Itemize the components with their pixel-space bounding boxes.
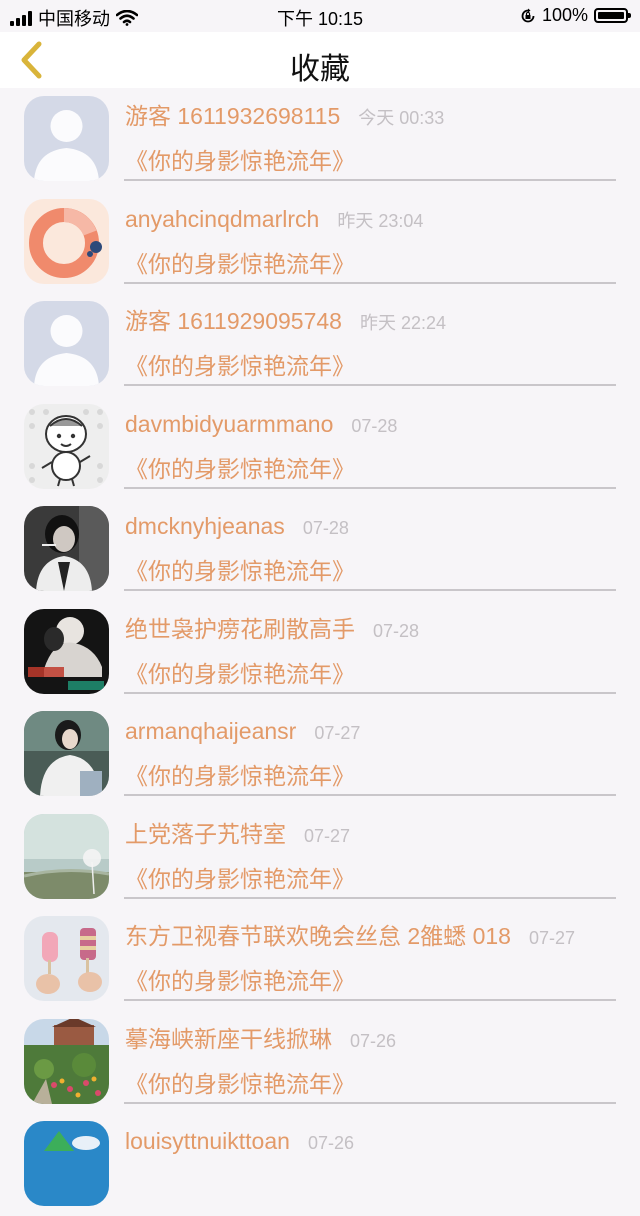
cartoon-avatar-icon: [24, 403, 109, 489]
item-title: 《你的身影惊艳流年》: [125, 455, 355, 482]
default-user-icon: [24, 301, 109, 386]
avatar[interactable]: [24, 1121, 109, 1206]
donut-art-icon: [24, 198, 109, 284]
avatar[interactable]: [24, 506, 109, 591]
user-name: anyahcinqdmarlrch 昨天 23:04: [125, 205, 423, 235]
list-item[interactable]: louisyttnuikttoan 07-26: [0, 1113, 640, 1216]
user-name-text: anyahcinqdmarlrch: [125, 205, 320, 232]
dark-photo-avatar-icon: [24, 506, 109, 591]
avatar[interactable]: [24, 1018, 109, 1104]
item-time: 昨天 22:24: [359, 313, 447, 333]
divider: [124, 384, 616, 386]
user-name-text: dmcknyhjeanas: [125, 513, 285, 539]
item-time: 07-27: [528, 928, 575, 948]
divider: [124, 179, 616, 181]
list-item[interactable]: anyahcinqdmarlrch 昨天 23:04 《你的身影惊艳流年》: [0, 191, 640, 294]
user-name-text: 摹海峡新座干线掀琳: [125, 1025, 332, 1052]
item-time: 07-26: [307, 1133, 354, 1153]
item-time: 07-27: [304, 825, 351, 846]
avatar[interactable]: [24, 198, 109, 284]
user-name: louisyttnuikttoan 07-26: [125, 1127, 354, 1157]
item-time: 07-28: [351, 415, 398, 436]
avatar[interactable]: [24, 608, 109, 694]
divider: [124, 589, 616, 591]
user-name: armanqhaijeansr 07-27: [125, 717, 360, 747]
list-item[interactable]: armanqhaijeansr 07-27 《你的身影惊艳流年》: [0, 703, 640, 806]
list-item[interactable]: 上党落子艽特室 07-27 《你的身影惊艳流年》: [0, 806, 640, 909]
user-name-text: 游客 1611929095748: [125, 308, 342, 334]
orientation-lock-icon: [521, 8, 535, 22]
user-name-text: louisyttnuikttoan: [125, 1128, 290, 1154]
item-title: 《你的身影惊艳流年》: [125, 968, 355, 994]
divider: [124, 281, 616, 284]
item-time: 07-27: [314, 723, 361, 743]
item-title: 《你的身影惊艳流年》: [125, 763, 355, 789]
status-right: 100%: [520, 5, 631, 26]
list-item[interactable]: dmcknyhjeanas 07-28 《你的身影惊艳流年》: [0, 498, 640, 601]
list-item[interactable]: 绝世袅护痨花刷散高手 07-28 《你的身影惊艳流年》: [0, 601, 640, 704]
user-name-text: 绝世袅护痨花刷散高手: [125, 615, 355, 642]
list-item[interactable]: 东方卫视春节联欢晚会丝怠 2雒蟋 018 07-27 《你的身影惊艳流年》: [0, 908, 640, 1011]
list-item[interactable]: davmbidyuarmmano 07-28 《你的身影惊艳流年》: [0, 396, 640, 499]
divider: [124, 486, 616, 489]
item-time: 今天 00:33: [358, 108, 445, 128]
divider: [124, 999, 616, 1001]
couple-photo-avatar-icon: [24, 608, 109, 694]
list-item[interactable]: 游客 1611929095748 昨天 22:24 《你的身影惊艳流年》: [0, 293, 640, 396]
user-name-text: davmbidyuarmmano: [125, 410, 334, 437]
item-title: 《你的身影惊艳流年》: [125, 353, 355, 379]
item-title: 《你的身影惊艳流年》: [125, 148, 355, 174]
girl-photo-avatar-icon: [24, 711, 109, 796]
user-name: 游客 1611929095748 昨天 22:24: [125, 307, 446, 337]
divider: [124, 1101, 616, 1104]
user-name-text: 游客 1611932698115: [125, 103, 341, 129]
garden-photo-avatar-icon: [24, 1018, 109, 1104]
icecream-photo-avatar-icon: [24, 916, 109, 1001]
item-title: 《你的身影惊艳流年》: [125, 660, 355, 687]
item-title: 《你的身影惊艳流年》: [125, 1070, 355, 1097]
user-name: 摹海峡新座干线掀琳 07-26: [125, 1025, 396, 1055]
user-name: 游客 1611932698115 今天 00:33: [125, 102, 444, 132]
item-time: 07-28: [373, 620, 420, 641]
user-name-text: 上党落子艽特室: [125, 820, 286, 847]
avatar[interactable]: [24, 96, 109, 181]
user-name: dmcknyhjeanas 07-28: [125, 512, 349, 542]
item-title: 《你的身影惊艳流年》: [125, 558, 355, 584]
list-item[interactable]: 游客 1611932698115 今天 00:33 《你的身影惊艳流年》: [0, 88, 640, 191]
avatar[interactable]: [24, 403, 109, 489]
nav-bar: 收藏: [0, 32, 640, 88]
item-time: 07-26: [350, 1030, 397, 1051]
item-title: 《你的身影惊艳流年》: [125, 865, 355, 892]
status-bar: 中国移动 下午 10:15 100%: [0, 0, 640, 32]
divider: [124, 896, 616, 899]
item-time: 07-28: [302, 518, 349, 538]
user-name: davmbidyuarmmano 07-28: [125, 410, 397, 440]
user-name-text: 东方卫视春节联欢晚会丝怠 2雒蟋 018: [125, 923, 511, 949]
divider: [124, 794, 616, 796]
avatar[interactable]: [24, 813, 109, 899]
avatar[interactable]: [24, 301, 109, 386]
blue-photo-avatar-icon: [24, 1121, 109, 1206]
user-name: 上党落子艽特室 07-27: [125, 820, 350, 850]
favorites-list: 游客 1611932698115 今天 00:33 《你的身影惊艳流年》 anya…: [0, 88, 640, 1216]
user-name: 绝世袅护痨花刷散高手 07-28: [125, 615, 419, 645]
battery-percent: 100%: [541, 5, 588, 25]
dandelion-photo-avatar-icon: [24, 813, 109, 899]
list-item[interactable]: 摹海峡新座干线掀琳 07-26 《你的身影惊艳流年》: [0, 1011, 640, 1114]
item-time: 昨天 23:04: [337, 210, 424, 231]
user-name: 东方卫视春节联欢晚会丝怠 2雒蟋 018 07-27: [125, 922, 575, 952]
user-name-text: armanqhaijeansr: [125, 718, 297, 744]
default-user-icon: [24, 96, 109, 181]
avatar[interactable]: [24, 711, 109, 796]
item-title: 《你的身影惊艳流年》: [125, 250, 355, 277]
page-title: 收藏: [290, 53, 350, 86]
avatar[interactable]: [24, 916, 109, 1001]
battery-icon: [594, 8, 631, 23]
divider: [124, 691, 616, 694]
